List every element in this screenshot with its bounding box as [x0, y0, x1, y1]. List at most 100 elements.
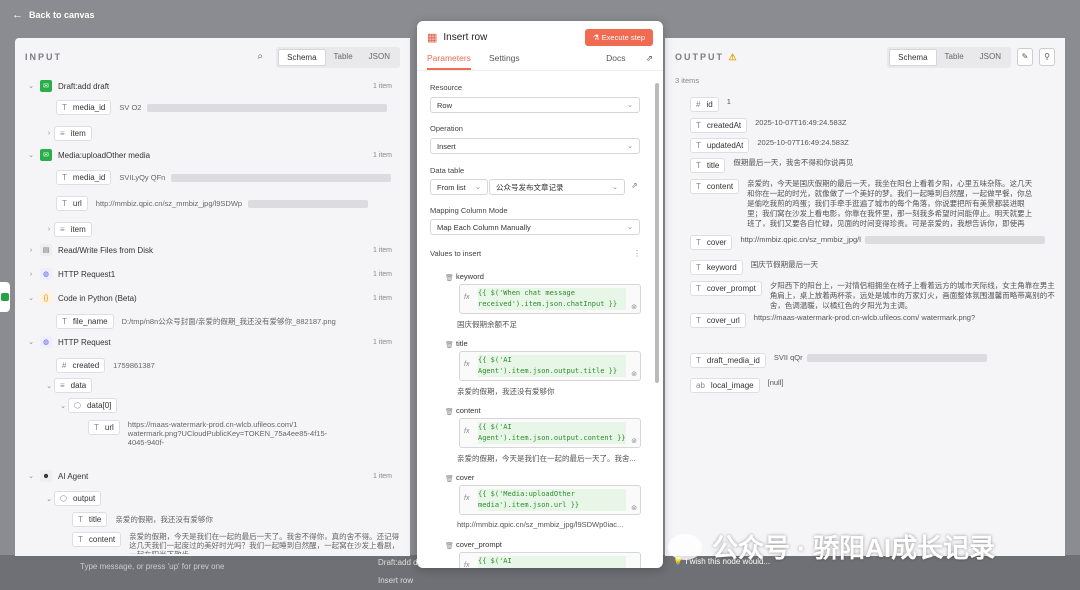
field-chip[interactable]: Tcover_prompt [690, 281, 762, 296]
back-to-canvas-link[interactable]: Back to canvas [29, 10, 95, 20]
log-item[interactable]: Insert row [378, 576, 413, 585]
node-row[interactable]: ⌄ {} Code in Python (Beta) 1 item [26, 292, 406, 304]
trash-icon[interactable]: 🗑 [445, 475, 454, 483]
chevron-down-icon[interactable]: ⌄ [26, 338, 36, 346]
chat-input[interactable]: Type message, or press 'up' for prev one [80, 562, 224, 571]
field-chip[interactable]: TupdatedAt [690, 138, 750, 153]
expression-editor[interactable]: fx {{ $('AI Agent').item.json.output.con… [459, 418, 641, 448]
resource-select[interactable]: Row ⌄ [430, 97, 640, 113]
chevron-down-icon[interactable]: ⌄ [44, 382, 54, 390]
more-options-icon[interactable]: ⋮ [633, 249, 641, 258]
operation-select[interactable]: Insert ⌄ [430, 138, 640, 154]
chevron-down-icon[interactable]: ⌄ [26, 82, 36, 90]
expression-code: {{ $('AI Agent').item.json.output.co [478, 556, 626, 568]
chevron-down-icon[interactable]: ⌄ [26, 151, 36, 159]
expression-editor[interactable]: fx {{ $('AI Agent').item.json.output.tit… [459, 351, 641, 381]
chevron-right-icon[interactable]: › [44, 226, 54, 233]
chevron-down-icon[interactable]: ⌄ [58, 402, 68, 410]
external-link-icon[interactable]: ⇗ [631, 181, 638, 190]
chevron-right-icon[interactable]: › [26, 247, 36, 254]
execute-step-button[interactable]: ⚗ Execute step [584, 28, 653, 46]
chevron-down-icon: ⌄ [627, 102, 633, 109]
chevron-right-icon[interactable]: › [26, 271, 36, 278]
field-value: D:/tmp/n8n公众号封面/亲爱的假期_我还没有爱够你_882187.png [121, 317, 336, 326]
back-arrow-icon[interactable]: ← [12, 9, 23, 21]
side-toggle-button[interactable] [0, 282, 10, 312]
pin-icon[interactable]: ⊚ [631, 437, 637, 445]
expression-editor[interactable]: fx {{ $('When chat message received').it… [459, 284, 641, 314]
field-chip[interactable]: Tfile_name [56, 314, 114, 329]
view-json-button[interactable]: JSON [972, 49, 1009, 66]
node-row[interactable]: › ◍ HTTP Request1 1 item [26, 268, 406, 280]
datatable-select[interactable]: 公众号发布文章记录 ⌄ [489, 179, 625, 195]
pin-icon[interactable]: ⊚ [631, 303, 637, 311]
field-chip[interactable]: Turl [56, 196, 88, 211]
pin-icon[interactable]: ⚲ [1039, 48, 1055, 66]
view-schema-button[interactable]: Schema [278, 48, 326, 66]
chevron-right-icon[interactable]: › [44, 130, 54, 137]
field-chip[interactable]: ≡ item [54, 222, 92, 237]
mapping-select[interactable]: Map Each Column Manually ⌄ [430, 219, 640, 235]
field-chip[interactable]: TcreatedAt [690, 118, 748, 133]
code-icon: {} [40, 292, 52, 304]
field-chip[interactable]: Tcover [690, 235, 733, 250]
chevron-down-icon[interactable]: ⌄ [26, 472, 36, 480]
datatable-mode-select[interactable]: From list ⌄ [430, 179, 488, 195]
object-type-icon: ⬡ [74, 401, 81, 410]
items-count: 3 items [675, 76, 700, 85]
field-chip[interactable]: Tcover_url [690, 313, 746, 328]
field-value: 夕阳西下的阳台上，一对情侣相拥坐在椅子上看着远方的城市天际线，女主角靠在男主角肩… [769, 281, 1055, 309]
chevron-down-icon[interactable]: ⌄ [44, 495, 54, 503]
field-chip[interactable]: Ttitle [690, 158, 726, 173]
field-chip[interactable]: # id [690, 97, 719, 112]
log-item[interactable]: Draft:add d... [378, 558, 424, 567]
expression-editor[interactable]: fx {{ $('Media:uploadOther media').item.… [459, 485, 641, 515]
chevron-down-icon: ⌄ [627, 224, 633, 231]
number-type-icon: # [696, 100, 701, 109]
docs-link[interactable]: Docs ⇗ [606, 53, 653, 70]
pin-icon[interactable]: ⊚ [631, 370, 637, 378]
field-chip[interactable]: ab local_image [690, 378, 760, 393]
view-json-button[interactable]: JSON [361, 49, 398, 66]
trash-icon[interactable]: 🗑 [445, 542, 454, 550]
expression-code: {{ $('Media:uploadOther media').item.jso… [478, 489, 626, 511]
trash-icon[interactable]: 🗑 [445, 341, 454, 349]
search-icon[interactable]: ⌕ [252, 49, 268, 65]
field-chip[interactable]: ≡ data [54, 378, 93, 393]
trash-icon[interactable]: 🗑 [445, 408, 454, 416]
field-chip[interactable]: ⬡ data[0] [68, 398, 118, 413]
field-chip[interactable]: ≡ item [54, 126, 92, 141]
field-chip[interactable]: Tcontent [72, 532, 122, 547]
node-row[interactable]: ⌄ ✉ Draft:add draft 1 item [26, 80, 406, 92]
view-table-button[interactable]: Table [326, 49, 361, 66]
field-chip[interactable]: Tcontent [690, 179, 740, 194]
field-chip[interactable]: Tmedia_id [56, 100, 112, 115]
field-chip[interactable]: ⬡ output [54, 491, 102, 506]
field-chip[interactable]: Ttitle [72, 512, 108, 527]
chevron-down-icon[interactable]: ⌄ [26, 294, 36, 302]
trash-icon[interactable]: 🗑 [445, 274, 454, 282]
tab-parameters[interactable]: Parameters [427, 53, 471, 70]
scrollbar[interactable] [655, 83, 659, 383]
view-table-button[interactable]: Table [937, 49, 972, 66]
field-chip[interactable]: Tdraft_media_id [690, 353, 766, 368]
expression-editor[interactable]: fx {{ $('AI Agent').item.json.output.co [459, 552, 641, 568]
field-chip[interactable]: # created [56, 358, 106, 373]
fx-icon: fx [464, 562, 470, 568]
view-schema-button[interactable]: Schema [889, 48, 937, 66]
tab-settings[interactable]: Settings [489, 53, 520, 70]
table-icon: ▦ [427, 31, 438, 44]
node-row[interactable]: ⌄ ☻ AI Agent 1 item [26, 470, 406, 482]
node-row[interactable]: ⌄ ◍ HTTP Request 1 item [26, 336, 406, 348]
edit-icon[interactable]: ✎ [1017, 48, 1033, 66]
field-chip[interactable]: Turl [88, 420, 120, 435]
node-name: Code in Python (Beta) [58, 293, 137, 303]
field-chip[interactable]: Tmedia_id [56, 170, 112, 185]
field-chip[interactable]: Tkeyword [690, 260, 743, 275]
field-row: Tmedia_id SVILyQy QFn [56, 170, 392, 185]
item-count: 1 item [372, 82, 392, 90]
node-row[interactable]: ⌄ ✉ Media:uploadOther media 1 item [26, 149, 406, 161]
pin-icon[interactable]: ⊚ [631, 504, 637, 512]
node-row[interactable]: › ▤ Read/Write Files from Disk 1 item [26, 244, 406, 256]
item-count: 1 item [372, 270, 392, 278]
